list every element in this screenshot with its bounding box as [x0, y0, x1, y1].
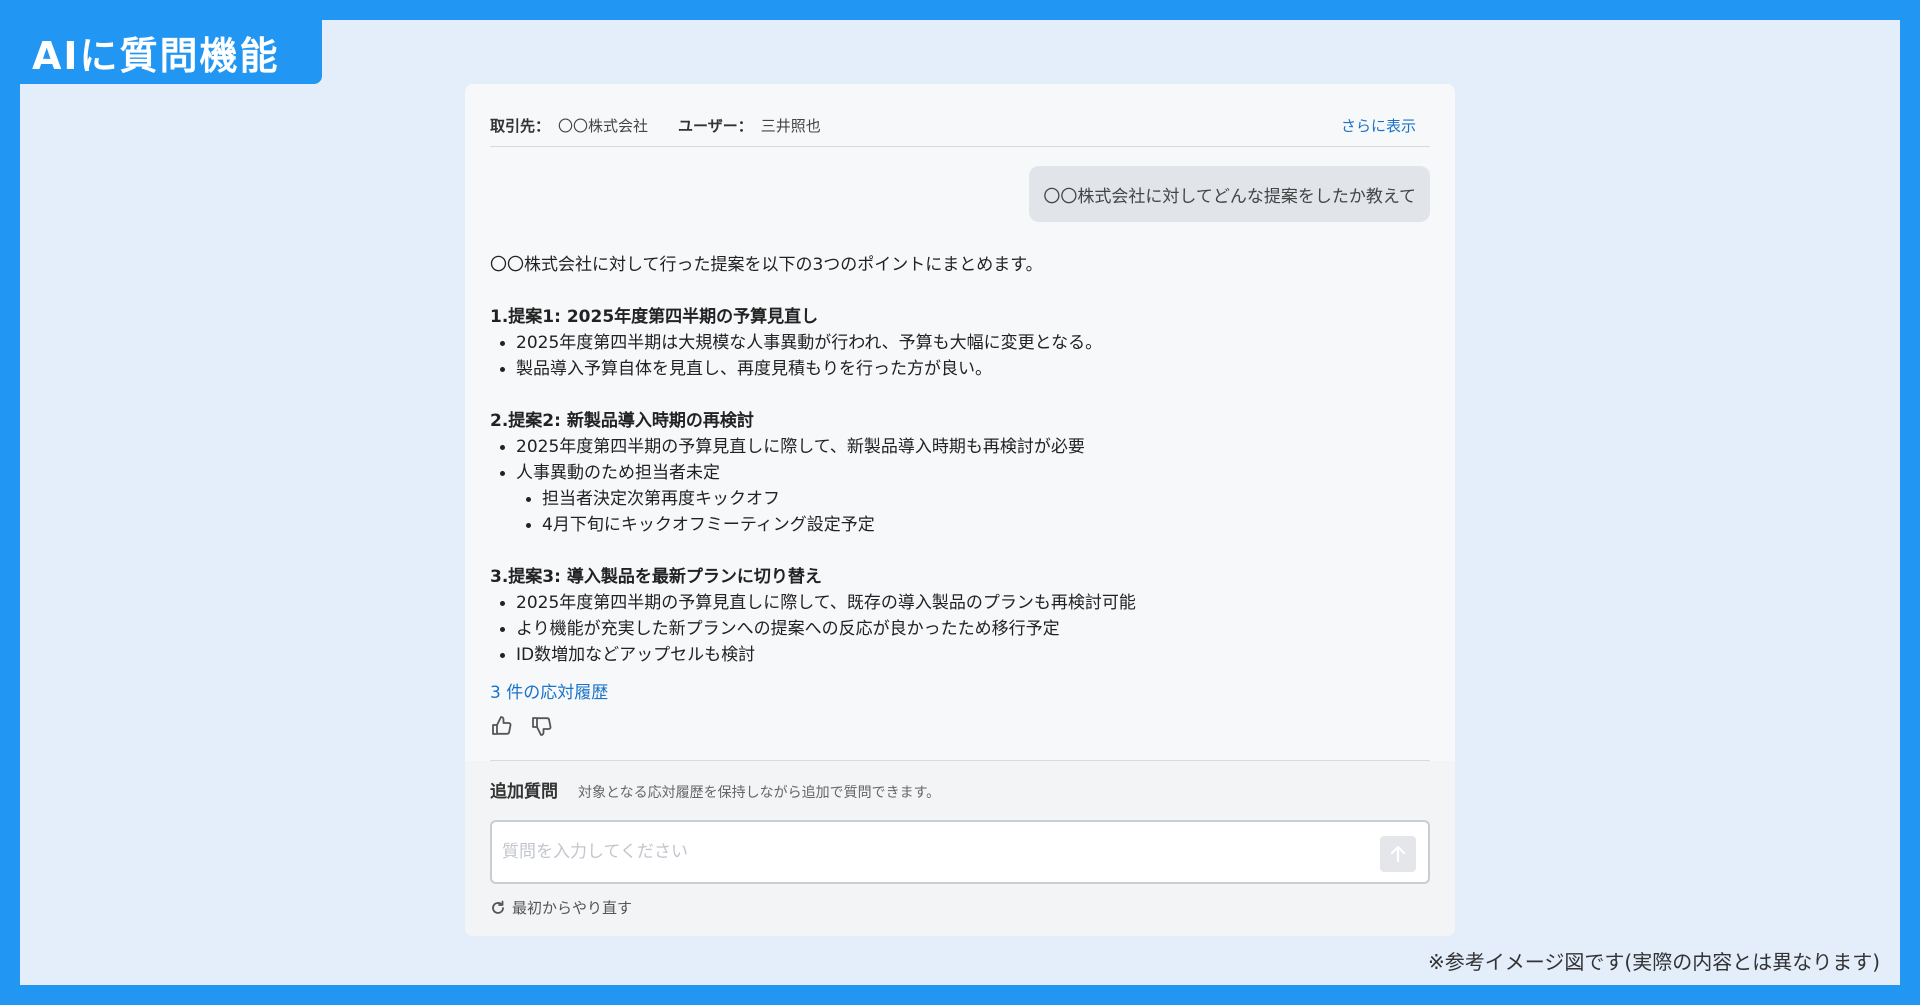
list-item: 人事異動のため担当者未定 [490, 460, 1430, 486]
user-label: ユーザー： [678, 116, 753, 135]
title-tab: AIに質問機能 [20, 20, 322, 84]
answer-intro: 〇〇株式会社に対して行った提案を以下の3つのポイントにまとめます。 [490, 255, 1043, 275]
restart-label: 最初からやり直す [512, 899, 633, 917]
chat-card: 取引先： 〇〇株式会社 ユーザー： 三井照也 さらに表示 〇〇株式会社に対してど… [465, 84, 1455, 936]
arrow-up-icon [1390, 845, 1406, 863]
section-list: 2025年度第四半期は大規模な人事異動が行われ、予算も大幅に変更となる。 製品導… [490, 330, 1430, 382]
ai-answer: 〇〇株式会社に対して行った提案を以下の3つのポイントにまとめます。 1.提案1:… [490, 252, 1430, 668]
user-message-text: 〇〇株式会社に対してどんな提案をしたか教えて [1043, 186, 1416, 207]
section-heading: 1.提案1: 2025年度第四半期の予算見直し [490, 307, 819, 327]
user-value: 三井照也 [760, 116, 821, 135]
section-heading: 3.提案3: 導入製品を最新プランに切り替え [490, 567, 822, 587]
thumbs-down-icon[interactable] [530, 714, 554, 738]
history-link[interactable]: 3 件の応対履歴 [490, 678, 608, 703]
section-list: 2025年度第四半期の予算見直しに際して、新製品導入時期も再検討が必要 人事異動… [490, 434, 1430, 538]
list-item: 2025年度第四半期は大規模な人事異動が行われ、予算も大幅に変更となる。 [490, 330, 1430, 356]
list-item: 製品導入予算自体を見直し、再度見積もりを行った方が良い。 [490, 356, 1430, 382]
followup-note: 対象となる応対履歴を保持しながら追加で質問できます。 [578, 785, 941, 801]
followup-header: 追加質問 対象となる応対履歴を保持しながら追加で質問できます。 [490, 777, 940, 802]
client-value: 〇〇株式会社 [558, 116, 649, 135]
list-item: 2025年度第四半期の予算見直しに際して、既存の導入製品のプランも再検討可能 [490, 590, 1430, 616]
followup-section: 追加質問 対象となる応対履歴を保持しながら追加で質問できます。 最初からやり直す [465, 761, 1455, 936]
question-input[interactable] [502, 822, 1362, 882]
context-info-bar: 取引先： 〇〇株式会社 ユーザー： 三井照也 さらに表示 [490, 106, 1430, 144]
list-item: 2025年度第四半期の予算見直しに際して、新製品導入時期も再検討が必要 [490, 434, 1430, 460]
followup-title: 追加質問 [490, 782, 558, 802]
section-list: 2025年度第四半期の予算見直しに際して、既存の導入製品のプランも再検討可能 よ… [490, 590, 1430, 668]
disclaimer-note: ※参考イメージ図です(実際の内容とは異なります) [1428, 950, 1880, 974]
send-button[interactable] [1380, 836, 1416, 872]
list-item: ID数増加などアップセルも検討 [490, 642, 1430, 668]
page-title: AIに質問機能 [32, 33, 280, 78]
feedback-buttons [490, 714, 554, 738]
refresh-icon [492, 900, 504, 914]
header-divider [490, 146, 1430, 147]
thumbs-up-icon[interactable] [490, 714, 514, 738]
restart-button[interactable]: 最初からやり直す [490, 897, 632, 918]
question-input-box [490, 820, 1430, 884]
section-heading: 2.提案2: 新製品導入時期の再検討 [490, 411, 754, 431]
user-message-bubble: 〇〇株式会社に対してどんな提案をしたか教えて [1029, 166, 1430, 222]
sub-list-item: 4月下旬にキックオフミーティング設定予定 [490, 512, 1430, 538]
list-item: より機能が充実した新プランへの提案への反応が良かったため移行予定 [490, 616, 1430, 642]
sub-list-item: 担当者決定次第再度キックオフ [490, 486, 1430, 512]
show-more-link[interactable]: さらに表示 [1341, 115, 1416, 136]
client-label: 取引先： [490, 116, 551, 135]
